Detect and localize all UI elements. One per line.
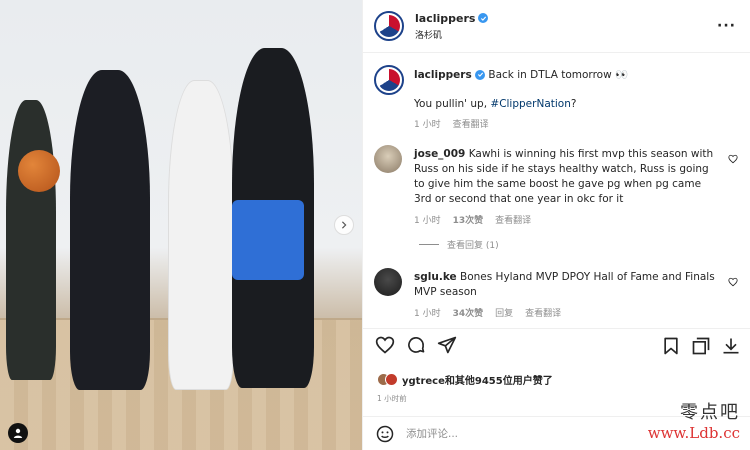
comment-body: sglu.ke Bones Hyland MVP DPOY Hall of Fa… — [414, 270, 720, 322]
more-icon: ··· — [717, 18, 736, 34]
heart-icon[interactable] — [728, 154, 738, 164]
clippers-logo-icon — [378, 69, 400, 91]
save-icon[interactable] — [661, 336, 681, 356]
post-header: laclippers 洛杉矶 ··· — [363, 0, 750, 53]
comment-time: 1 小时 — [414, 216, 441, 226]
more-options-button[interactable]: ··· — [717, 18, 736, 34]
tag-icon — [13, 428, 23, 438]
basketball — [18, 150, 60, 192]
caption-username[interactable]: laclippers — [414, 69, 472, 81]
emoji-icon[interactable] — [375, 424, 395, 444]
view-replies-button[interactable]: 查看回复 (1) — [419, 238, 499, 251]
comment-body: jose_009 Kawhi is winning his first mvp … — [414, 147, 720, 229]
comment-meta: 1 小时 34次赞 回复 查看翻译 — [414, 307, 720, 322]
comment-username[interactable]: sglu.ke — [414, 271, 457, 283]
caption-text: Back in DTLA tomorrow 👀 — [488, 69, 629, 81]
header-username-text[interactable]: laclippers — [415, 12, 475, 25]
photo-shorts-blue — [232, 200, 304, 280]
comment-likes[interactable]: 34次赞 — [453, 307, 484, 322]
caption-time: 1 小时 — [414, 120, 441, 130]
comment-text: Bones Hyland MVP DPOY Hall of Fame and F… — [414, 271, 715, 298]
comment-avatar[interactable] — [374, 268, 402, 296]
heart-icon[interactable] — [375, 335, 395, 355]
liked-by[interactable]: ygtrece和其他9455位用户赞了 — [377, 372, 553, 387]
heart-icon[interactable] — [728, 277, 738, 287]
post-detail-panel: laclippers 洛杉矶 ··· laclippers Back in DT… — [362, 0, 750, 450]
caption-meta: 1 小时 查看翻译 — [414, 118, 720, 133]
watermark-line1: 零点吧 — [680, 402, 740, 423]
clippers-logo-icon — [378, 15, 400, 37]
caption-body: laclippers Back in DTLA tomorrow 👀 You p… — [414, 68, 720, 133]
fullscreen-icon[interactable] — [691, 336, 711, 356]
caption-hashtag[interactable]: #ClipperNation — [490, 98, 570, 110]
caption-line2: You pullin' up, — [414, 98, 491, 110]
photo-figure-coach — [6, 100, 56, 380]
photo-figure-player-14 — [168, 80, 234, 390]
watermark-line2: www.Ldb.cc — [647, 424, 740, 442]
share-icon[interactable] — [437, 335, 457, 355]
liker-avatars — [377, 373, 398, 386]
caption-translate[interactable]: 查看翻译 — [453, 118, 489, 133]
photo-figure-player-0 — [70, 70, 150, 390]
liked-by-text[interactable]: ygtrece和其他9455位用户赞了 — [402, 372, 553, 387]
comment-meta: 1 小时 13次赞 查看翻译 — [414, 214, 720, 229]
liker-avatar — [385, 373, 398, 386]
header-meta: laclippers 洛杉矶 — [415, 12, 489, 41]
post-age: 1 小时前 — [377, 394, 407, 403]
header-username[interactable]: laclippers — [415, 12, 489, 25]
comment-likes[interactable]: 13次赞 — [453, 214, 484, 229]
comments-scroll[interactable]: laclippers Back in DTLA tomorrow 👀 You p… — [363, 53, 750, 328]
add-comment-input[interactable]: 添加评论... — [406, 426, 458, 441]
comment-username[interactable]: jose_009 — [414, 148, 465, 160]
comment-avatar[interactable] — [374, 145, 402, 173]
account-avatar[interactable] — [374, 11, 404, 41]
comment-translate[interactable]: 查看翻译 — [525, 307, 561, 322]
view-replies-label[interactable]: 查看回复 (1) — [447, 238, 499, 251]
next-photo-button[interactable] — [334, 215, 354, 235]
comment-translate[interactable]: 查看翻译 — [495, 214, 531, 229]
tag-button[interactable] — [8, 423, 28, 443]
post-location[interactable]: 洛杉矶 — [415, 28, 488, 41]
site-watermark: 零点吧 www.Ldb.cc — [648, 398, 740, 442]
chevron-right-icon — [341, 221, 347, 229]
comment-icon[interactable] — [406, 335, 426, 355]
caption-question: ? — [570, 98, 577, 110]
replies-divider — [419, 244, 439, 245]
action-bar — [363, 328, 750, 368]
comment-reply[interactable]: 回复 — [495, 307, 513, 322]
verified-icon — [478, 13, 489, 23]
post-photo[interactable] — [0, 0, 362, 450]
download-icon[interactable] — [721, 336, 741, 356]
verified-icon — [475, 69, 486, 80]
comment-time: 1 小时 — [414, 309, 441, 319]
caption-avatar[interactable] — [374, 65, 404, 95]
